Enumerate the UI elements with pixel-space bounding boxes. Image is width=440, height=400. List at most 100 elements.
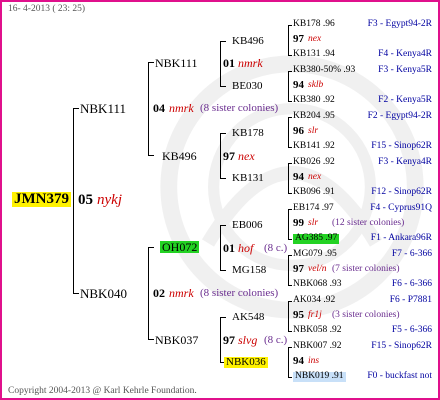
gen4-score-2: 96 (293, 125, 304, 137)
origin-13: F5 - 6-366 (391, 325, 432, 335)
gen2b-score: 02 (153, 286, 165, 300)
gen2a-mating: nmrk (169, 101, 194, 115)
gen2a-bracket (148, 62, 149, 156)
gen4-top-6: AK034 .92 (293, 295, 336, 305)
gen3b2-bracket (220, 317, 221, 363)
gen4-score-3: 94 (293, 171, 304, 183)
gen4-bottom-3: KB096 .91 (293, 187, 335, 197)
connector (288, 301, 292, 302)
gen2b-bracket (148, 247, 149, 340)
origin-2: F3 - Kenya5R (378, 65, 432, 75)
connector (288, 377, 292, 378)
connector (220, 133, 226, 134)
gen2b-mating: nmrk (169, 286, 194, 300)
gen3a1-score: 01 (223, 56, 235, 70)
connector (288, 25, 292, 26)
gen3b1-dam: MG158 (232, 264, 267, 276)
origin-8: F4 - Cyprus91Q (370, 203, 432, 213)
connector (148, 339, 154, 340)
connector (288, 25, 289, 56)
gen3b2-dam: NBK036 (224, 356, 268, 368)
gen4-top-2: KB204 .95 (293, 111, 335, 121)
gen4-bottom-4: AG385 .97 (293, 233, 340, 244)
origin-15: F0 - buckfast not (367, 371, 432, 381)
gen3b1-sire: EB006 (232, 219, 263, 231)
gen4-mating-6: fr1j (308, 310, 322, 320)
gen4-top-5: MG079 .95 (293, 249, 337, 259)
gen4-score-5: 97 (293, 263, 304, 275)
connector (288, 239, 292, 240)
gen4-bottom-7: NBK019 .91 (293, 371, 346, 382)
connector (288, 55, 292, 56)
gen2a-score: 04 (153, 101, 165, 115)
gen3a1-dam: BE030 (232, 80, 263, 92)
connector (288, 255, 292, 256)
connector (288, 193, 292, 194)
gen1-dam: NBK040 (80, 286, 127, 301)
gen3a2-score: 97 (223, 149, 235, 163)
gen4-mating-1: sklb (308, 80, 324, 90)
copyright-text: Copyright 2004-2013 @ Karl Kehrle Founda… (8, 386, 197, 396)
gen1-mating: nykj (97, 192, 122, 208)
gen4-mating-4: slr (308, 218, 319, 228)
gen3a2-dam: KB131 (232, 172, 264, 184)
gen2b-note: (8 sister colonies) (200, 287, 279, 299)
gen4-note-5: (7 sister colonies) (332, 264, 400, 274)
connector (73, 108, 79, 109)
connector (148, 62, 154, 63)
connector (220, 41, 226, 42)
origin-14: F15 - Sinop62R (371, 341, 432, 351)
connector (220, 270, 226, 271)
origin-11: F6 - 6-366 (391, 279, 432, 289)
gen4-top-0: KB178 .96 (293, 19, 335, 29)
gen3a2-mating: nex (238, 149, 255, 163)
gen3a2-bracket (220, 133, 221, 179)
connector (148, 247, 154, 248)
connector (288, 71, 289, 102)
gen4-note-6: (3 sister colonies) (332, 310, 400, 320)
gen3a1-sire: KB496 (232, 35, 264, 47)
gen3a1-mating: nmrk (238, 56, 263, 70)
connector (288, 209, 289, 240)
gen3a1-bracket (220, 41, 221, 87)
origin-9: F1 - Ankara96R (370, 233, 432, 243)
gen1-bracket (73, 108, 74, 294)
origin-12: F6 - P7881 (389, 295, 432, 305)
connector (288, 285, 292, 286)
gen4-bottom-2: KB141 .92 (293, 141, 335, 151)
origin-0: F3 - Egypt94-2R (367, 19, 432, 29)
origin-3: F2 - Kenya5R (378, 95, 432, 105)
connector (288, 163, 292, 164)
gen4-score-0: 97 (293, 33, 304, 45)
gen4-bottom-0: KB131 .94 (293, 49, 335, 59)
connector (288, 255, 289, 286)
gen3b1-score: 01 (223, 241, 235, 255)
gen2b-sire: OH072 (160, 240, 200, 254)
gen3b1-mating: hof (238, 241, 254, 255)
connector (288, 301, 289, 332)
origin-6: F3 - Kenya4R (378, 157, 432, 167)
connector (288, 101, 292, 102)
gen4-top-3: KB026 .92 (293, 157, 335, 167)
origin-5: F15 - Sinop62R (371, 141, 432, 151)
origin-4: F2 - Egypt94-2R (367, 111, 432, 121)
connector (220, 86, 226, 87)
origin-1: F4 - Kenya4R (378, 49, 432, 59)
gen4-score-6: 95 (293, 309, 304, 321)
gen3b2-sire: AK548 (232, 311, 265, 323)
origin-7: F12 - Sinop62R (371, 187, 432, 197)
gen4-note-4: (12 sister colonies) (332, 218, 405, 228)
gen3b1-bracket (220, 225, 221, 271)
connector (288, 347, 289, 378)
gen2b-dam: NBK037 (155, 333, 199, 347)
pedigree-frame: { "header": { "date_text": "16- 4-2013 (… (0, 0, 440, 400)
gen4-mating-2: slr (308, 126, 319, 136)
connector (220, 178, 226, 179)
gen4-top-1: KB380-50% .93 (293, 65, 356, 75)
origin-10: F7 - 6-366 (391, 249, 432, 259)
connector (288, 117, 292, 118)
date-text: 16- 4-2013 ( 23: 25) (8, 4, 86, 14)
gen2a-dam: KB496 (162, 149, 197, 163)
gen4-mating-3: nex (308, 172, 322, 182)
gen4-score-7: 94 (293, 355, 304, 367)
